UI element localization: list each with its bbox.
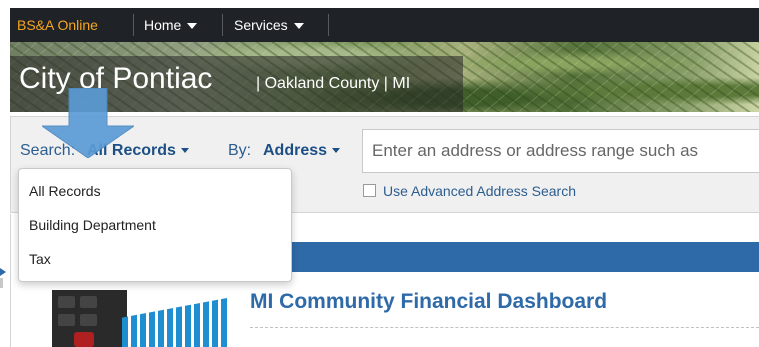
nav-services-menu[interactable]: Services	[234, 17, 304, 33]
calculator-key	[58, 314, 75, 326]
calculator-image	[52, 290, 127, 347]
nav-home-label: Home	[144, 17, 182, 33]
caret-right-icon	[0, 268, 6, 288]
by-label: By:	[228, 142, 252, 159]
caret-down-icon	[332, 148, 341, 154]
calculator-red-key	[74, 332, 94, 347]
search-by-value: Address	[263, 142, 328, 159]
menu-item-all-records[interactable]: All Records	[29, 183, 101, 199]
divider	[250, 327, 759, 328]
caret-down-icon	[180, 148, 189, 154]
dashboard-description-cut-off	[250, 338, 759, 347]
top-navbar: BS&A Online Home Services	[10, 8, 759, 42]
advanced-search-checkbox[interactable]	[363, 184, 376, 197]
nav-services-label: Services	[234, 17, 288, 33]
brand-link[interactable]: BS&A Online	[17, 17, 98, 33]
calculator-key	[58, 296, 75, 308]
menu-item-building-department[interactable]: Building Department	[29, 217, 156, 233]
calculator-key	[80, 314, 97, 326]
arrow-down-icon	[42, 88, 134, 158]
calculator-key	[80, 296, 97, 308]
dashboard-link[interactable]: MI Community Financial Dashboard	[250, 290, 607, 314]
nav-divider	[328, 14, 329, 36]
advanced-search-option[interactable]: Use Advanced Address Search	[363, 183, 576, 199]
page-subtitle: | Oakland County | MI	[256, 75, 411, 92]
nav-divider	[222, 14, 223, 36]
nav-divider	[133, 14, 134, 36]
search-by-dropdown[interactable]: Address	[263, 142, 341, 160]
search-type-menu: All Records Building Department Tax	[18, 168, 292, 282]
advanced-search-label: Use Advanced Address Search	[383, 183, 577, 199]
address-search-input[interactable]	[362, 129, 759, 173]
dashboard-thumbnail[interactable]	[52, 290, 227, 347]
menu-item-tax[interactable]: Tax	[29, 251, 51, 267]
nav-home-menu[interactable]: Home	[144, 17, 198, 33]
library-header-bar	[235, 242, 759, 272]
caret-down-icon	[293, 23, 304, 30]
bar-chart-image	[122, 298, 227, 347]
side-tab-handle[interactable]	[0, 260, 8, 290]
caret-down-icon	[187, 23, 198, 30]
